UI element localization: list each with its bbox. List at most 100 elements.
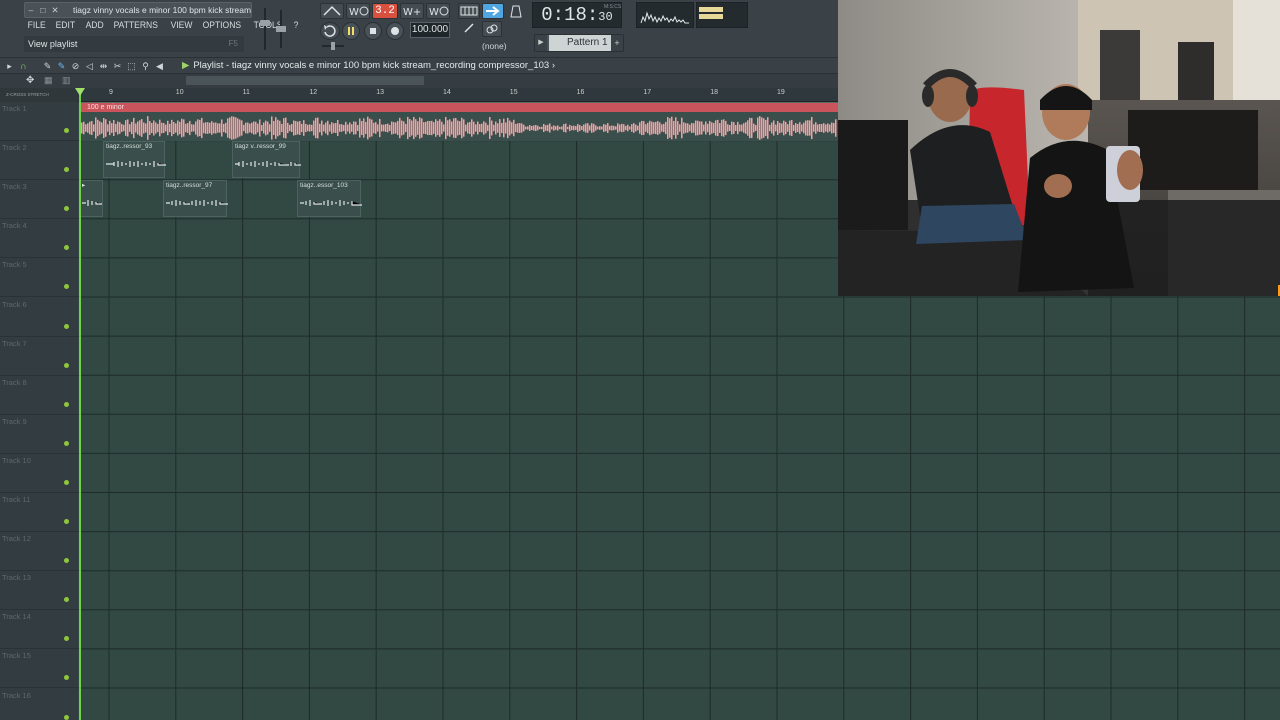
minimize-icon[interactable]: – [25,3,37,17]
track-header[interactable]: Track 7 [0,337,78,376]
track-mute-led-icon[interactable] [64,440,69,446]
timeline-ruler[interactable]: 9 10 11 12 13 14 15 16 17 18 19 [78,88,838,102]
track-mute-led-icon[interactable] [64,597,69,603]
pattern-selector[interactable]: ▶ Pattern 1 + [534,34,624,52]
snap-selector[interactable]: (none) [478,39,522,53]
track-mute-led-icon[interactable] [64,675,69,681]
master-pitch-slider[interactable] [276,10,286,48]
wait-icon[interactable]: W [346,3,370,19]
grid-icon[interactable]: ▥ [62,75,71,86]
add-pattern-button[interactable]: + [611,35,623,51]
track-header[interactable]: Track 15 [0,649,78,689]
brush-icon[interactable]: ✎ [56,61,67,72]
close-icon[interactable]: ✕ [49,3,61,17]
track-mute-led-icon[interactable] [64,323,69,329]
view-icon[interactable]: ▦ [44,75,53,86]
track-header[interactable]: Track 9 [0,415,78,454]
track-mute-led-icon[interactable] [64,206,69,212]
ruler-options[interactable]: Z-CROSS STRETCH [0,88,78,102]
track-header[interactable]: Track 1 [0,102,78,141]
menu-file[interactable]: FILE [24,18,49,34]
cpu-memory-monitor[interactable] [696,2,748,28]
countdown-button[interactable]: 3.2 [372,3,398,19]
ruler-bar-number: 13 [376,89,384,96]
menu-add[interactable]: ADD [82,18,107,34]
zoom-icon[interactable]: ⚲ [140,61,151,72]
step-edit-icon[interactable] [482,3,504,19]
playlist-menu-arrow-icon[interactable]: ▸ [4,61,15,72]
track-header[interactable]: Track 16 [0,689,78,720]
magnet-icon[interactable]: ∩ [18,61,29,72]
audio-clip[interactable]: ▸ [79,180,103,217]
stop-icon[interactable] [364,22,382,40]
pattern-label[interactable]: Pattern 1 [549,35,611,51]
track-header[interactable]: Track 12 [0,532,78,572]
clip-title: tiagz v..ressor_99 [235,143,286,150]
audio-waveform [82,200,102,206]
master-volume-slider[interactable] [258,8,272,50]
track-header[interactable]: Track 4 [0,219,78,259]
track-name: Track 7 [2,338,27,348]
audio-clip[interactable]: tiagz..ressor_93 [103,141,166,178]
playhead-marker-icon[interactable] [75,88,85,96]
menu-view[interactable]: VIEW [167,18,196,34]
track-mute-led-icon[interactable] [64,558,69,564]
typing-keyboard-icon[interactable] [458,3,480,19]
track-mute-led-icon[interactable] [64,284,69,290]
audio-clip[interactable]: tiagz..essor_103 [297,180,362,217]
draw-icon[interactable] [460,21,480,37]
track-name: Track 3 [2,182,27,192]
loop-icon[interactable] [320,22,340,40]
menu-options[interactable]: OPTIONS [199,18,245,34]
audio-clip[interactable]: 100 e minor [79,102,838,141]
track-header[interactable]: Track 14 [0,610,78,650]
menu-edit[interactable]: EDIT [52,18,79,34]
link-icon[interactable] [482,21,502,37]
track-header[interactable]: Track 11 [0,493,78,532]
track-header[interactable]: Track 3 [0,180,78,220]
move-icon[interactable]: ✥ [26,75,34,86]
pause-icon[interactable] [342,22,360,40]
delete-icon[interactable]: ⊘ [70,61,81,72]
playback-icon[interactable]: ◀ [154,61,165,72]
horizontal-scrollbar[interactable] [186,76,424,85]
restore-icon[interactable]: □ [37,3,49,17]
loop-record-icon[interactable]: W [426,3,450,19]
track-name: Track 15 [2,651,31,661]
track-header[interactable]: Track 2 [0,141,78,181]
audio-clip[interactable]: tiagz v..ressor_99 [232,141,301,178]
track-header[interactable]: Track 10 [0,454,78,493]
track-mute-led-icon[interactable] [64,519,69,524]
slice-icon[interactable]: ✂ [112,61,123,72]
window-title-tab[interactable]: – □ ✕ tiagz vinny vocals e minor 100 bpm k… [24,2,252,18]
track-header[interactable]: Track 8 [0,376,78,415]
track-mute-led-icon[interactable] [64,714,69,720]
tempo-field[interactable]: 100.000 [410,22,450,38]
record-icon[interactable] [386,22,404,40]
mute-icon[interactable]: ◁ [84,61,95,72]
pencil-icon[interactable]: ✎ [42,61,53,72]
audio-clip[interactable]: tiagz..ressor_97 [163,180,228,217]
menu-patterns[interactable]: PATTERNS [110,18,162,34]
oscilloscope-monitor[interactable] [636,2,694,28]
menu-help[interactable]: ? [290,18,302,34]
track-header[interactable]: Track 13 [0,571,78,611]
track-mute-led-icon[interactable] [64,401,69,407]
track-mute-led-icon[interactable] [64,167,69,173]
blend-icon[interactable]: W+ [400,3,424,19]
track-header[interactable]: Track 5 [0,258,78,298]
playhead[interactable] [79,88,81,720]
slip-icon[interactable]: ⇹ [98,61,109,72]
track-header[interactable]: Track 6 [0,298,78,337]
master-level-slider[interactable] [322,42,344,50]
play-icon[interactable]: ▶ [182,60,189,71]
select-icon[interactable]: ⬚ [126,61,137,72]
track-mute-led-icon[interactable] [64,128,69,133]
track-mute-led-icon[interactable] [64,636,69,642]
track-mute-led-icon[interactable] [64,362,69,368]
pattern-picker-icon[interactable]: ▶ [535,35,547,51]
metronome-bell-icon[interactable] [506,3,526,19]
track-mute-led-icon[interactable] [64,245,69,251]
track-mute-led-icon[interactable] [64,479,69,485]
metronome-icon[interactable] [320,3,344,19]
